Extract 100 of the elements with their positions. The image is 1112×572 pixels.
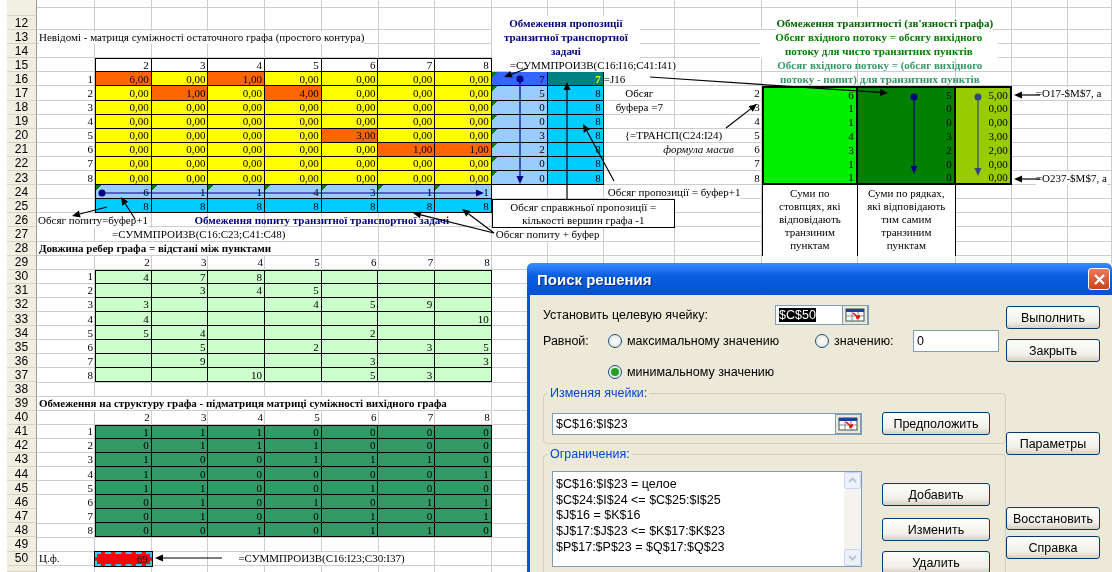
table-cell: 2 — [321, 326, 379, 341]
changing-cells-field[interactable]: $C$16:$I$23 — [552, 412, 862, 435]
radio-button[interactable] — [608, 365, 622, 379]
table-cell: 1,00 — [208, 72, 266, 87]
list-item[interactable]: $C$16:$I$23 = целое — [556, 477, 841, 493]
column-header: 7 — [427, 256, 434, 270]
table-cell: 0 — [265, 467, 322, 482]
table-cell — [321, 269, 379, 284]
row-label: 5 — [754, 129, 760, 143]
table-cell: 0 — [208, 467, 266, 482]
table-cell: 3 — [378, 340, 436, 355]
target-value: $C$50 — [779, 308, 816, 322]
row-label: 6 — [87, 143, 93, 157]
note-text: Суми по рядках, які відповідають тим самим транзиним пунктам — [857, 185, 956, 256]
close-button[interactable] — [1088, 268, 1110, 290]
table-cell: 5,00 — [955, 86, 1012, 101]
table-cell: 0 — [265, 424, 322, 439]
table-cell — [208, 354, 266, 369]
note-text: Обсяг пропозиції = буфер+1 — [607, 185, 741, 199]
radio-label[interactable]: минимальному значению — [627, 365, 775, 379]
column-header: 2 — [95, 58, 152, 73]
table-cell: 0 — [378, 481, 436, 496]
row-header: 13 — [7, 30, 37, 45]
row-header: 16 — [7, 72, 37, 87]
formula-text: {=ТРАНСП(C24:I24) — [624, 129, 723, 143]
table-cell — [151, 368, 209, 383]
row-label: 6 — [754, 143, 760, 157]
table-cell: 0,00 — [321, 72, 379, 87]
table-cell — [378, 269, 436, 284]
dialog-button[interactable]: Добавить — [882, 483, 990, 506]
table-cell: 4 — [151, 326, 209, 341]
constraints-list[interactable]: $C$16:$I$23 = целое $C$24:$I$24 <= $C$25:$I$25 $J$16 = $K$16 $J$17:$J$23 <= $K$17:$K$23 $P$17:$P$23 = $Q$17:$Q$23 — [552, 471, 862, 567]
list-item[interactable]: $C$24:$I$24 <= $C$25:$I$25 — [556, 492, 841, 509]
dialog-button[interactable]: Восстановить — [1006, 507, 1100, 530]
column-header: 6 — [321, 58, 379, 73]
table-cell: 0,00 — [321, 86, 379, 101]
formula-text: =O17-$M$7, а — [1035, 87, 1102, 100]
column-header: 8 — [435, 58, 492, 73]
row-header: 36 — [7, 354, 37, 369]
table-cell: 0 — [208, 509, 266, 524]
row-label: 8 — [87, 171, 93, 185]
table-cell: 0 — [321, 467, 379, 482]
table-cell: 5 — [435, 340, 492, 355]
table-cell: 1 — [761, 171, 858, 186]
value-field[interactable]: 0 — [913, 330, 999, 352]
dialog-button[interactable]: Изменить — [882, 518, 990, 541]
row-label: 6 — [87, 340, 93, 354]
section-title: Обмеження транзитності (зв'язності графа) — [776, 16, 994, 30]
row-header: 44 — [7, 467, 37, 482]
table-cell: 1 — [378, 495, 436, 510]
table-cell: 1 — [208, 424, 266, 439]
table-cell: 0,00 — [378, 72, 436, 87]
dialog-button[interactable]: Параметры — [1006, 432, 1100, 455]
column-header: 5 — [314, 256, 320, 270]
table-cell: 0,00 — [265, 171, 322, 186]
guess-button[interactable]: Предположить — [882, 412, 990, 435]
radio-button[interactable] — [608, 334, 622, 348]
table-cell: 0,00 — [95, 171, 152, 186]
table-cell: 7 — [151, 269, 209, 284]
range-button[interactable] — [842, 305, 868, 325]
row-header: 26 — [7, 213, 37, 228]
row-header: 17 — [7, 86, 37, 101]
table-cell: 0,00 — [955, 171, 1012, 186]
table-cell: 10 — [208, 368, 266, 383]
target-field[interactable]: $C$50 — [775, 305, 869, 325]
dialog-button[interactable]: Удалить — [882, 551, 990, 572]
table-cell: 1 — [151, 495, 209, 510]
radio-label[interactable]: значению: — [834, 334, 894, 348]
row-header: 37 — [7, 368, 37, 383]
table-cell: 4,00 — [265, 86, 322, 101]
list-item[interactable]: $J$17:$J$23 <= $K$17:$K$23 — [556, 524, 841, 540]
formula-text: =СУММПРОИЗВ(C16:I16;C41:I41) — [509, 58, 676, 72]
row-header: 48 — [7, 523, 37, 538]
table-cell: 8 — [151, 199, 209, 214]
table-cell — [265, 269, 322, 284]
column-header: 3 — [200, 411, 207, 425]
list-item[interactable]: $J$16 = $K$16 — [556, 508, 841, 525]
radio-label[interactable]: максимальному значению — [627, 334, 780, 348]
list-item[interactable]: $P$17:$P$23 = $Q$17:$Q$23 — [556, 539, 841, 556]
table-cell: 1 — [435, 467, 492, 482]
dialog-button[interactable]: Выполнить — [1006, 306, 1100, 329]
row-label: 6 — [87, 495, 93, 509]
dialog-button[interactable]: Справка — [1006, 536, 1100, 559]
row-label: 3 — [754, 101, 760, 115]
table-cell: 8 — [208, 269, 266, 284]
table-cell: 8 — [208, 199, 266, 214]
dialog-button[interactable]: Закрыть — [1006, 339, 1100, 362]
table-cell: 0,00 — [435, 72, 492, 87]
range-button[interactable] — [835, 413, 861, 434]
row-label: 5 — [87, 326, 93, 340]
table-cell — [95, 368, 152, 383]
row-header: 25 — [7, 199, 37, 214]
formula-text: =СУММПРОИЗВ(C16:C23;C41:C48) — [112, 227, 286, 241]
table-cell: 4 — [95, 269, 152, 284]
table-cell: 5 — [95, 326, 152, 341]
table-cell: 1 — [321, 509, 379, 524]
arrow — [72, 206, 108, 218]
formula-text: =СУММПРОИЗВ(C16:I23;C30:I37) — [238, 552, 405, 566]
radio-button[interactable] — [815, 334, 829, 348]
table-cell: 1 — [95, 467, 152, 482]
